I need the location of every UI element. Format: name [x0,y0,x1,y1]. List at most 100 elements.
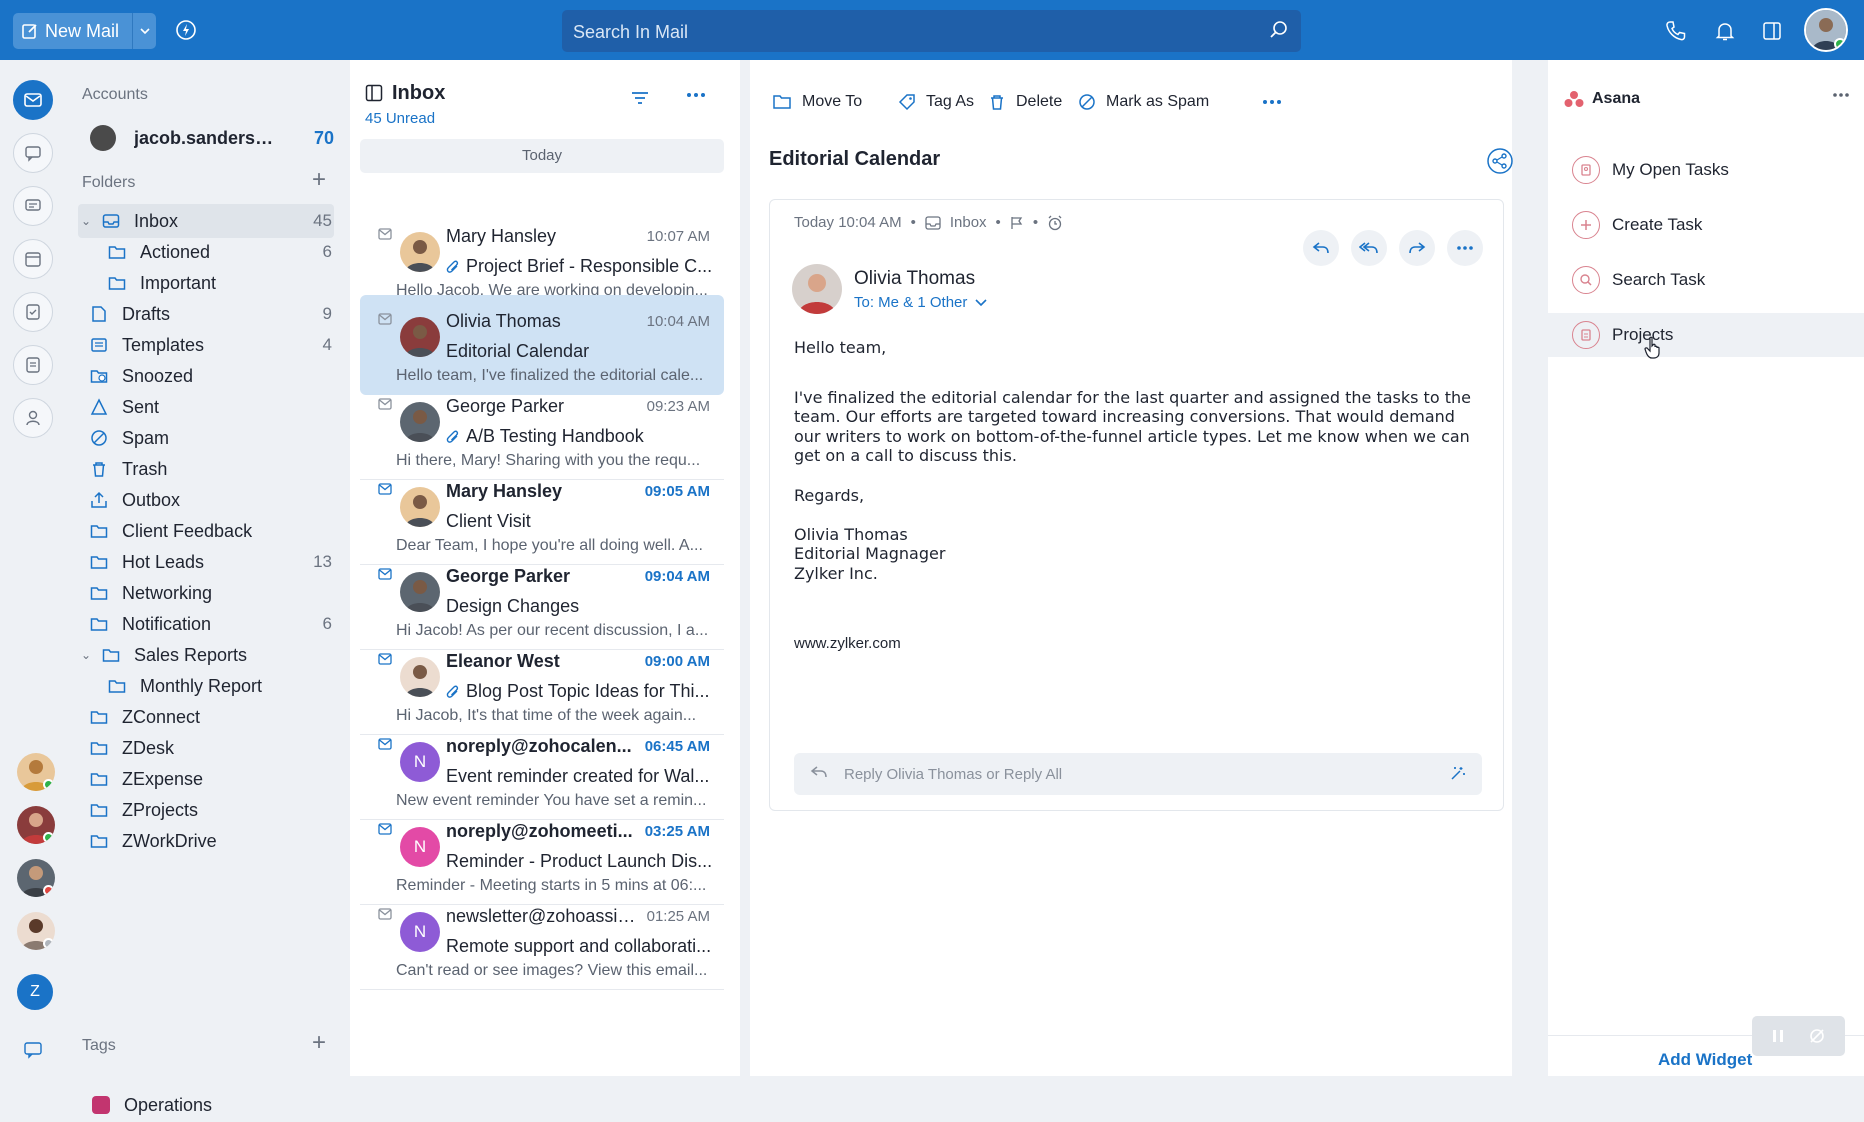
reply-all-button[interactable] [1351,230,1387,266]
chevron-down-icon[interactable]: ⌄ [78,648,94,662]
folder-zconnect[interactable]: ZConnect [90,700,334,734]
folder-spam[interactable]: Spam [90,421,334,455]
flag-icon[interactable] [1010,216,1024,230]
rail-contact-avatar[interactable] [17,859,55,897]
rail-chat[interactable] [13,133,53,173]
rail-streams[interactable] [13,186,53,226]
sender-name[interactable]: Olivia Thomas [854,268,975,290]
tag-as-button[interactable]: Tag As [898,88,974,116]
new-mail-button[interactable]: New Mail [13,13,130,49]
add-widget-button[interactable]: Add Widget [1658,1050,1752,1070]
folder-notification[interactable]: Notification 6 [90,607,334,641]
stop-icon[interactable] [1808,1027,1826,1045]
rail-workspace-avatar[interactable]: Z [17,974,53,1010]
more-options-icon[interactable] [1832,92,1850,98]
website-link[interactable]: www.zylker.com [794,634,1484,654]
mail-status-icon[interactable] [378,568,392,580]
email-meta: Today 10:04 AM • Inbox • • [794,214,1063,231]
mail-status-icon[interactable] [378,908,392,920]
rail-calendar[interactable] [13,239,53,279]
add-folder-button[interactable]: + [312,166,326,194]
folder-sales-reports[interactable]: ⌄ Sales Reports [78,638,334,672]
rail-contacts[interactable] [13,398,53,438]
rail-feedback[interactable] [17,1034,49,1066]
add-tag-button[interactable]: + [312,1029,326,1057]
notes-icon [26,357,40,373]
forward-button[interactable] [1399,230,1435,266]
toggle-panel-button[interactable] [1760,19,1784,43]
mark-spam-button[interactable]: Mark as Spam [1078,88,1209,116]
rail-contact-avatar[interactable] [17,753,55,791]
widget-header: Asana [1564,90,1640,108]
recipients-toggle[interactable]: To: Me & 1 Other [854,294,987,311]
quick-reply-input[interactable]: Reply Olivia Thomas or Reply All [794,753,1482,795]
new-mail-dropdown[interactable] [132,13,156,49]
folder-sent[interactable]: Sent [90,390,334,424]
alarm-icon[interactable] [1047,215,1063,231]
folder-client-feedback[interactable]: Client Feedback [90,514,334,548]
more-actions-button[interactable] [1447,230,1483,266]
search-input[interactable]: Search In Mail [562,10,1301,52]
mail-status-icon[interactable] [378,653,392,665]
delete-button[interactable]: Delete [988,88,1062,116]
mail-status-icon[interactable] [378,398,392,410]
rail-contact-avatar[interactable] [17,806,55,844]
filter-icon[interactable] [630,90,650,106]
message-sender: noreply@zohomeeti... [446,821,633,841]
rail-tasks[interactable] [13,292,53,332]
widget-my-open-tasks[interactable]: My Open Tasks [1548,148,1864,192]
folder-outbox[interactable]: Outbox [90,483,334,517]
rail-notes[interactable] [13,345,53,385]
folder-zdesk[interactable]: ZDesk [90,731,334,765]
mail-status-icon[interactable] [378,483,392,495]
folder-trash[interactable]: Trash [90,452,334,486]
folder-networking[interactable]: Networking [90,576,334,610]
folder-zexpense[interactable]: ZExpense [90,762,334,796]
user-avatar[interactable] [1804,8,1848,52]
email-body: Hello team, I've finalized the editorial… [794,338,1484,653]
move-to-button[interactable]: Move To [772,88,862,116]
chevron-down-icon[interactable]: ⌄ [78,214,94,228]
collapse-panel-icon[interactable] [365,84,383,102]
pause-icon[interactable] [1771,1028,1785,1044]
trash-icon [991,95,1003,110]
more-actions-button[interactable] [1262,88,1292,116]
widget-create-task[interactable]: Create Task [1548,203,1864,247]
mail-status-icon[interactable] [378,228,392,240]
folder-templates[interactable]: Templates 4 [90,328,334,362]
widget-item-label: My Open Tasks [1612,160,1729,179]
folder-important[interactable]: Important [108,266,334,300]
folder-inbox[interactable]: ⌄ Inbox 45 [78,204,334,238]
sender-avatar[interactable] [792,264,842,314]
share-button[interactable] [1485,146,1515,176]
reply-button[interactable] [1303,230,1339,266]
folder-move-icon [773,95,791,109]
mail-status-icon[interactable] [378,313,392,325]
folder-drafts[interactable]: Drafts 9 [90,297,334,331]
folder-hot-leads[interactable]: Hot Leads 13 [90,545,334,579]
folder-actioned[interactable]: Actioned 6 [108,235,334,269]
folder-monthly-report[interactable]: Monthly Report [108,669,334,703]
rail-mail[interactable] [13,80,53,120]
tag-operations[interactable]: Operations [92,1088,334,1122]
mail-status-icon[interactable] [378,738,392,750]
call-button[interactable] [1664,19,1688,43]
quick-actions-button[interactable] [175,19,197,41]
sparkle-icon[interactable] [1448,765,1466,783]
folder-zprojects[interactable]: ZProjects [90,793,334,827]
message-list-item[interactable]: N newsletter@zohoassist... 01:25 AM Remo… [360,890,724,990]
widget-projects[interactable]: Projects [1548,313,1864,357]
more-options-icon[interactable] [686,92,706,98]
message-sender: George Parker [446,566,571,586]
widget-search-task[interactable]: Search Task [1548,258,1864,302]
email-folder[interactable]: Inbox [950,214,987,231]
folder-snoozed[interactable]: Snoozed [90,359,334,393]
recipients-label: To: Me & 1 Other [854,294,968,311]
account-row[interactable]: jacob.sanders@zy... 70 [90,122,340,154]
account-email: jacob.sanders@zy... [134,127,288,148]
mail-status-icon[interactable] [378,823,392,835]
folder-zworkdrive[interactable]: ZWorkDrive [90,824,334,858]
unread-count[interactable]: 45 Unread [365,110,435,127]
notifications-button[interactable] [1713,19,1737,43]
rail-contact-avatar[interactable] [17,912,55,950]
